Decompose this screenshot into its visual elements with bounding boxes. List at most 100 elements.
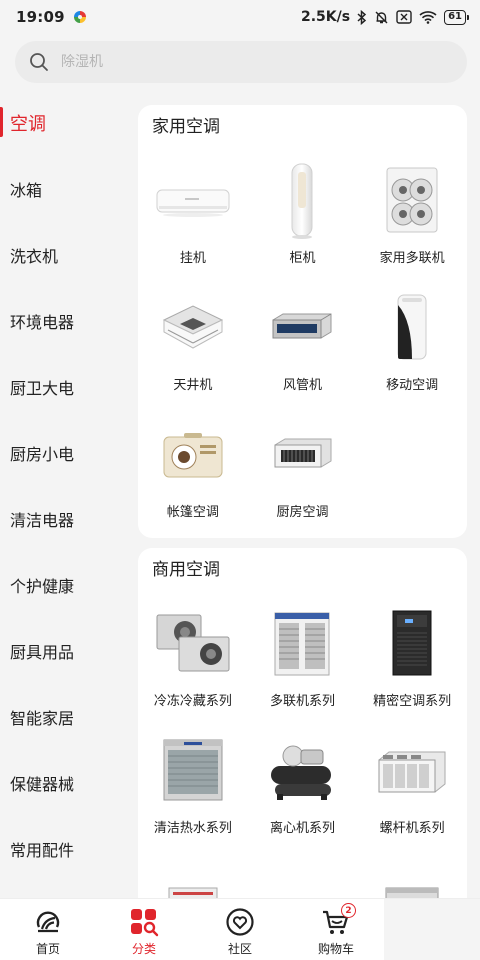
- sidebar-item-label: 厨房小电: [10, 445, 75, 464]
- product-item[interactable]: 离心机系列: [248, 715, 358, 842]
- product-label: 离心机系列: [269, 821, 335, 836]
- wifi-icon: [419, 10, 437, 24]
- tab-category[interactable]: 分类: [96, 899, 192, 960]
- sidebar-item-label: 洗衣机: [10, 247, 59, 266]
- sidebar-item-accessories[interactable]: 常用配件: [0, 816, 124, 882]
- product-item[interactable]: 挂机: [138, 145, 248, 272]
- product-label: 移动空调: [386, 378, 439, 393]
- precision-ac-cabinet-icon: [371, 604, 453, 684]
- product-item[interactable]: 冷冻冷藏系列: [138, 588, 248, 715]
- product-grid-next-row: [138, 848, 467, 898]
- product-item[interactable]: 天井机: [138, 272, 248, 399]
- product-item[interactable]: 精密空调系列: [357, 588, 467, 715]
- product-label: 厨房空调: [276, 505, 329, 520]
- product-label: 柜机: [289, 251, 316, 266]
- status-bar: 19:09 2.5K/s 61: [0, 0, 480, 34]
- product-label: 风管机: [282, 378, 322, 393]
- network-speed: 2.5K/s: [300, 9, 351, 25]
- product-item[interactable]: 柜机: [248, 145, 358, 272]
- app-notification-icon: [73, 11, 86, 23]
- sidebar-item-label: 个护健康: [10, 577, 75, 596]
- ceiling-cassette-unit-icon: [152, 288, 234, 368]
- wall-ac-unit-icon: [152, 161, 234, 241]
- battery-icon: 61: [444, 9, 469, 25]
- sidebar-item-kitchen-bath[interactable]: 厨卫大电: [0, 354, 124, 420]
- search-bar[interactable]: [15, 41, 467, 83]
- product-label: 冷冻冷藏系列: [153, 694, 232, 709]
- sidebar-item-washing-machine[interactable]: 洗衣机: [0, 222, 124, 288]
- tab-community[interactable]: 社区: [192, 899, 288, 960]
- product-item[interactable]: 风管机: [248, 272, 358, 399]
- product-item[interactable]: 移动空调: [357, 272, 467, 399]
- commercial-unit-icon: [152, 864, 234, 898]
- status-right: 2.5K/s 61: [300, 9, 469, 25]
- duct-unit-icon: [261, 288, 343, 368]
- sidebar-item-cleaning[interactable]: 清洁电器: [0, 486, 124, 552]
- cart-badge: 2: [341, 903, 356, 918]
- tab-cart[interactable]: 2 购物车: [288, 899, 384, 960]
- search-icon: [29, 52, 49, 72]
- tent-ac-icon: [152, 415, 234, 495]
- sidebar-item-cookware[interactable]: 厨具用品: [0, 618, 124, 684]
- bluetooth-icon: [357, 9, 367, 25]
- product-item[interactable]: 家用多联机: [357, 145, 467, 272]
- sidebar-item-refrigerator[interactable]: 冰箱: [0, 156, 124, 222]
- product-label: 挂机: [179, 251, 206, 266]
- sidebar-item-air-conditioner[interactable]: 空调: [0, 90, 124, 156]
- section-title: 家用空调: [152, 117, 220, 137]
- product-item-partial[interactable]: [248, 848, 358, 898]
- home-logo-icon: [33, 907, 63, 937]
- sim-off-icon: [396, 10, 412, 24]
- product-label: 帐篷空调: [166, 505, 219, 520]
- commercial-unit-icon: [371, 864, 453, 898]
- sidebar-item-health-devices[interactable]: 保健器械: [0, 750, 124, 816]
- kitchen-ac-icon: [261, 415, 343, 495]
- portable-ac-icon: [371, 288, 453, 368]
- screw-chiller-icon: [371, 731, 453, 811]
- product-item-partial[interactable]: [138, 848, 248, 898]
- product-grid: 冷冻冷藏系列 多联机系列 精密空调系列 清洁热水系列 离心机系列 螺杆机系列: [138, 588, 467, 842]
- tab-label: 社区: [227, 942, 252, 956]
- category-icon: [129, 907, 159, 937]
- condensing-units-icon: [152, 604, 234, 684]
- sidebar-item-label: 空调: [10, 114, 46, 135]
- category-sidebar: 空调 冰箱 洗衣机 环境电器 厨卫大电 厨房小电 清洁电器 个护健康 厨具用品 …: [0, 90, 124, 898]
- multi-split-outdoor-unit-icon: [371, 161, 453, 241]
- sidebar-item-kitchen-small[interactable]: 厨房小电: [0, 420, 124, 486]
- sidebar-item-label: 智能家居: [10, 709, 75, 728]
- product-item[interactable]: 帐篷空调: [138, 399, 248, 526]
- heat-pump-water-heater-icon: [152, 731, 234, 811]
- community-heart-icon: [225, 907, 255, 937]
- tab-label: 首页: [35, 942, 60, 956]
- bottom-tab-bar: 首页 分类 社区 2 购物车: [0, 898, 480, 960]
- product-item-partial[interactable]: [357, 848, 467, 898]
- sidebar-item-environment[interactable]: 环境电器: [0, 288, 124, 354]
- sidebar-item-label: 保健器械: [10, 775, 75, 794]
- centrifugal-chiller-icon: [261, 731, 343, 811]
- vrf-outdoor-unit-icon: [261, 604, 343, 684]
- product-label: 螺杆机系列: [379, 821, 445, 836]
- section-card-commercial-ac: 商用空调 冷冻冷藏系列 多联机系列 精密空调系列 清洁热水系列 离心机系列 螺杆…: [138, 548, 467, 898]
- product-grid: 挂机 柜机 家用多联机 天井机 风管机 移动空调 帐篷空调 厨房空调: [138, 145, 467, 526]
- sidebar-item-label: 环境电器: [10, 313, 75, 332]
- product-label: 天井机: [173, 378, 213, 393]
- mute-icon: [374, 10, 389, 25]
- product-item[interactable]: 清洁热水系列: [138, 715, 248, 842]
- product-item[interactable]: 多联机系列: [248, 588, 358, 715]
- sidebar-item-personal-care[interactable]: 个护健康: [0, 552, 124, 618]
- product-item[interactable]: 螺杆机系列: [357, 715, 467, 842]
- sidebar-item-label: 清洁电器: [10, 511, 75, 530]
- tab-home[interactable]: 首页: [0, 899, 96, 960]
- category-content: 家用空调 挂机 柜机 家用多联机 天井机 风管机 移动空调 帐篷空调 厨房空调 …: [138, 105, 467, 898]
- product-label: 家用多联机: [379, 251, 445, 266]
- commercial-unit-icon: [261, 864, 343, 898]
- sidebar-item-label: 厨卫大电: [10, 379, 75, 398]
- sidebar-item-smart-home[interactable]: 智能家居: [0, 684, 124, 750]
- status-time: 19:09: [16, 8, 65, 26]
- section-card-household-ac: 家用空调 挂机 柜机 家用多联机 天井机 风管机 移动空调 帐篷空调 厨房空调: [138, 105, 467, 538]
- product-label: 清洁热水系列: [153, 821, 232, 836]
- product-item[interactable]: 厨房空调: [248, 399, 358, 526]
- search-input[interactable]: [61, 54, 441, 70]
- sidebar-item-label: 厨具用品: [10, 643, 75, 662]
- product-label: 精密空调系列: [373, 694, 452, 709]
